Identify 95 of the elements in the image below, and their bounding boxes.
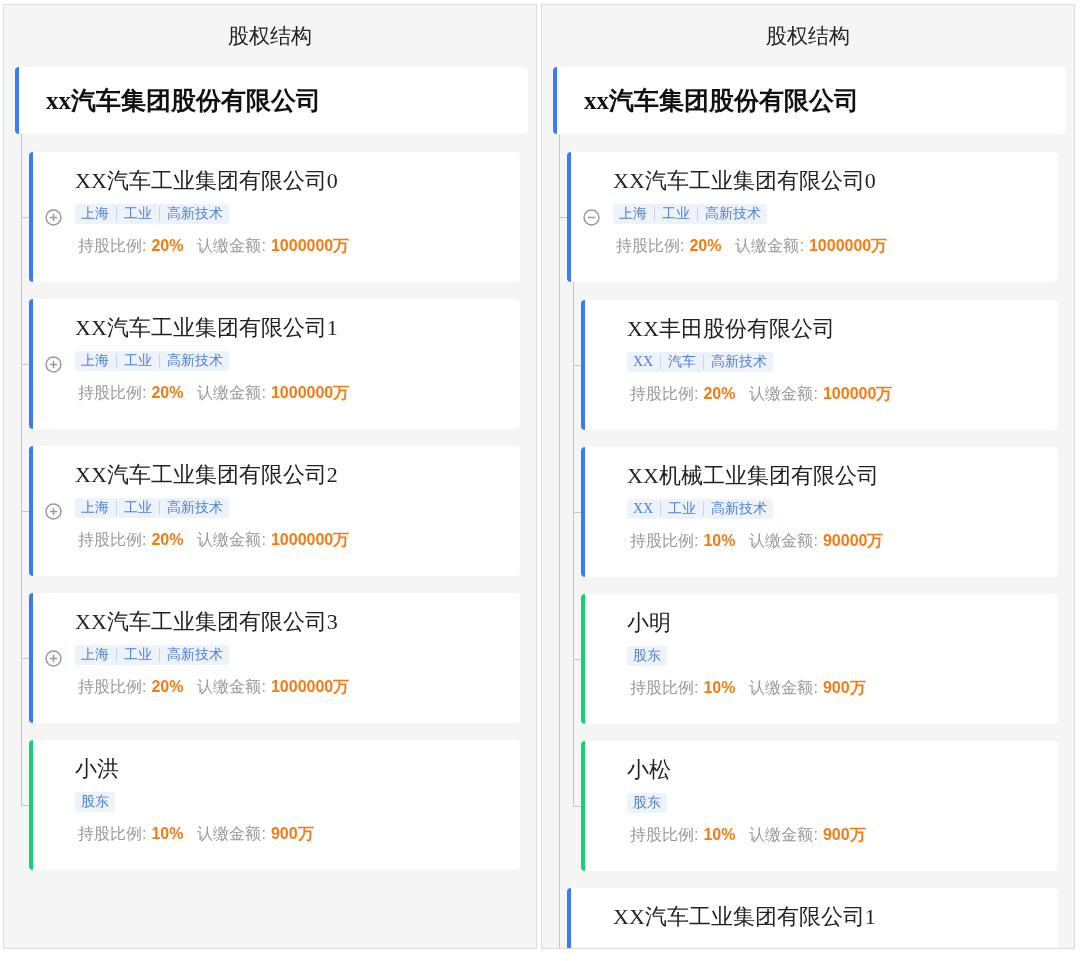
stat-value: 1000000万 bbox=[270, 383, 350, 403]
stat-label: 持股比例: bbox=[630, 825, 699, 845]
stat-value: 20% bbox=[689, 237, 722, 255]
shareholder-card[interactable]: XX汽车工业集团有限公司0 上海 工业 高新技术 持股比例: 20% 认缴金额: 1000000万 bbox=[567, 152, 1058, 282]
shareholder-card[interactable]: XX汽车工业集团有限公司2 上海 工业 高新技术 持股比例: 20% 认缴金额: 1000000万 bbox=[29, 446, 520, 576]
stat-value: 20% bbox=[151, 678, 184, 696]
plus-circle-icon[interactable] bbox=[45, 650, 62, 667]
page-title: 股权结构 bbox=[227, 23, 313, 50]
stat-label: 认缴金额: bbox=[749, 384, 818, 404]
tag-label: 高新技术 bbox=[159, 354, 223, 368]
stat-value: 90000万 bbox=[822, 531, 884, 551]
stat-value: 20% bbox=[151, 384, 184, 402]
tag-label: 工业 bbox=[116, 501, 159, 515]
stat-value: 10% bbox=[703, 679, 736, 697]
stat-value: 900万 bbox=[270, 824, 314, 844]
tag-label: 高新技术 bbox=[159, 501, 223, 515]
shareholder-card[interactable]: XX汽车工业集团有限公司0 上海 工业 高新技术 持股比例: 20% 认缴金额: 1000000万 bbox=[29, 152, 520, 282]
stat-label: 持股比例: bbox=[78, 383, 147, 403]
stat-value: 1000000万 bbox=[270, 530, 350, 550]
stat-value: 20% bbox=[151, 531, 184, 549]
stat-value: 1000000万 bbox=[808, 236, 888, 256]
shareholder-card[interactable]: XX汽车工业集团有限公司3 上海 工业 高新技术 持股比例: 20% 认缴金额: 1000000万 bbox=[29, 593, 520, 723]
shareholder-name: XX汽车工业集团有限公司3 bbox=[75, 608, 339, 636]
shareholder-name: 小洪 bbox=[75, 755, 120, 783]
shareholder-card[interactable]: 小松 股东 持股比例: 10% 认缴金额: 900万 bbox=[581, 741, 1058, 871]
stat-value: 10% bbox=[151, 825, 184, 843]
shareholder-card[interactable]: XX汽车工业集团有限公司1 上海 工业 高新技术 持股比例: 20% 认缴金额: 1000000万 bbox=[29, 299, 520, 429]
tag-label: 汽车 bbox=[660, 355, 704, 369]
shareholder-card[interactable]: 小洪 股东 持股比例: 10% 认缴金额: 900万 bbox=[29, 740, 520, 870]
shareholder-name: XX汽车工业集团有限公司0 bbox=[75, 167, 339, 195]
stat-label: 认缴金额: bbox=[735, 236, 804, 256]
tag-label: 上海 bbox=[81, 354, 110, 368]
stat-label: 认缴金额: bbox=[197, 236, 266, 256]
tag-label: 上海 bbox=[81, 501, 110, 515]
tag-label: 高新技术 bbox=[159, 207, 223, 221]
shareholder-name: XX汽车工业集团有限公司1 bbox=[75, 314, 339, 342]
company-name: xx汽车集团股份有限公司 bbox=[584, 86, 859, 116]
tag-label: 上海 bbox=[619, 207, 648, 221]
stat-value: 900万 bbox=[822, 678, 866, 698]
stat-label: 认缴金额: bbox=[197, 677, 266, 697]
stat-label: 持股比例: bbox=[78, 677, 147, 697]
shareholder-name: XX汽车工业集团有限公司1 bbox=[613, 903, 877, 931]
company-name: xx汽车集团股份有限公司 bbox=[46, 86, 321, 116]
stat-value: 10% bbox=[703, 532, 736, 550]
shareholder-card[interactable]: XX汽车工业集团有限公司1 bbox=[567, 888, 1058, 948]
stat-label: 持股比例: bbox=[78, 530, 147, 550]
plus-circle-icon[interactable] bbox=[45, 503, 62, 520]
minus-circle-icon[interactable] bbox=[583, 209, 600, 226]
shareholder-name: XX丰田股份有限公司 bbox=[627, 315, 836, 343]
page-title: 股权结构 bbox=[765, 23, 851, 50]
stat-label: 认缴金额: bbox=[197, 824, 266, 844]
stat-value: 10% bbox=[703, 826, 736, 844]
stat-label: 持股比例: bbox=[630, 678, 699, 698]
stat-label: 持股比例: bbox=[630, 531, 699, 551]
plus-circle-icon[interactable] bbox=[45, 356, 62, 373]
tag-label: 工业 bbox=[654, 207, 697, 221]
stat-label: 认缴金额: bbox=[749, 678, 818, 698]
tag-label: 工业 bbox=[660, 502, 704, 516]
tag-label: 上海 bbox=[81, 648, 110, 662]
stat-label: 持股比例: bbox=[78, 824, 147, 844]
stat-value: 900万 bbox=[822, 825, 866, 845]
tag-label: 高新技术 bbox=[159, 648, 223, 662]
shareholder-name: 小明 bbox=[627, 609, 672, 637]
plus-circle-icon[interactable] bbox=[45, 209, 62, 226]
shareholder-card[interactable]: 小明 股东 持股比例: 10% 认缴金额: 900万 bbox=[581, 594, 1058, 724]
stat-value: 20% bbox=[151, 237, 184, 255]
stat-value: 1000000万 bbox=[270, 677, 350, 697]
stat-label: 持股比例: bbox=[630, 384, 699, 404]
stat-label: 认缴金额: bbox=[197, 530, 266, 550]
shareholder-name: XX机械工业集团有限公司 bbox=[627, 462, 880, 490]
tag-label: 股东 bbox=[81, 795, 109, 809]
stat-label: 持股比例: bbox=[616, 236, 685, 256]
stat-value: 20% bbox=[703, 385, 736, 403]
tag-label: 高新技术 bbox=[703, 355, 768, 369]
shareholder-name: 小松 bbox=[627, 756, 672, 784]
tag-label: 工业 bbox=[116, 648, 159, 662]
tag-label: 高新技术 bbox=[697, 207, 761, 221]
stat-label: 认缴金额: bbox=[749, 825, 818, 845]
shareholder-card[interactable]: XX丰田股份有限公司 XX 汽车 高新技术 持股比例: 20% 认缴金额: 100000万 bbox=[581, 300, 1058, 430]
tag-label: 工业 bbox=[116, 207, 159, 221]
stat-label: 认缴金额: bbox=[749, 531, 818, 551]
stat-value: 100000万 bbox=[822, 384, 893, 404]
stat-value: 1000000万 bbox=[270, 236, 350, 256]
tag-label: XX bbox=[633, 502, 655, 516]
stat-label: 认缴金额: bbox=[197, 383, 266, 403]
tag-label: XX bbox=[633, 355, 655, 369]
tag-label: 工业 bbox=[116, 354, 159, 368]
tag-label: 股东 bbox=[633, 649, 661, 663]
tag-label: 股东 bbox=[633, 796, 661, 810]
tag-label: 高新技术 bbox=[703, 502, 768, 516]
shareholder-name: XX汽车工业集团有限公司0 bbox=[613, 167, 877, 195]
shareholder-card[interactable]: XX机械工业集团有限公司 XX 工业 高新技术 持股比例: 10% 认缴金额: 90000万 bbox=[581, 447, 1058, 577]
tag-label: 上海 bbox=[81, 207, 110, 221]
stat-label: 持股比例: bbox=[78, 236, 147, 256]
shareholder-name: XX汽车工业集团有限公司2 bbox=[75, 461, 339, 489]
